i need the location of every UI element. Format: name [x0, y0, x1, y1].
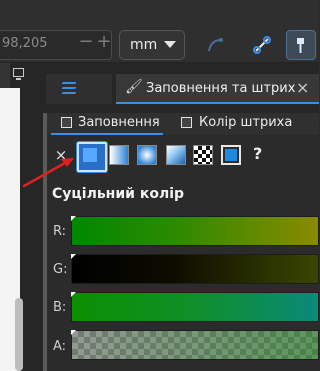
channel-g-label: G:: [53, 262, 68, 277]
channel-b-label: B:: [53, 300, 67, 315]
channel-r-slider[interactable]: [71, 216, 319, 246]
close-icon[interactable]: ×: [296, 78, 309, 97]
layers-icon: [61, 82, 78, 96]
flat-color-icon: [83, 148, 97, 162]
unit-value: mm: [130, 37, 158, 53]
channel-r-marker[interactable]: [71, 216, 76, 221]
linear-gradient-button[interactable]: [109, 145, 129, 165]
chevron-down-icon: [164, 41, 176, 48]
snap-node-button[interactable]: [286, 30, 316, 60]
curve-snap-icon: [208, 38, 223, 52]
paintbrush-icon: 🖌: [125, 79, 143, 95]
channel-g-slider[interactable]: [71, 254, 319, 284]
snap-smooth-button[interactable]: [200, 30, 230, 60]
pattern-button[interactable]: [193, 145, 213, 165]
decrement-button[interactable]: −: [78, 33, 94, 51]
tab-layers[interactable]: [46, 74, 112, 104]
channel-b-marker[interactable]: [71, 292, 76, 297]
channel-r-label: R:: [53, 224, 67, 239]
monitor-icon[interactable]: [13, 68, 24, 80]
swatch-button[interactable]: [221, 145, 241, 165]
subtab-stroke-label: Колір штриха: [199, 115, 293, 130]
channel-b-slider[interactable]: [71, 292, 319, 322]
increment-button[interactable]: +: [96, 33, 112, 51]
channel-a-slider[interactable]: [71, 330, 319, 360]
radial-gradient-button[interactable]: [137, 145, 157, 165]
unset-paint-button[interactable]: ?: [253, 144, 262, 163]
vertical-scrollbar[interactable]: [15, 298, 23, 371]
stroke-square-icon: [181, 117, 192, 128]
snap-path-button[interactable]: [247, 30, 277, 60]
fill-square-icon: [61, 117, 72, 128]
path-snap-icon: [253, 36, 271, 54]
tab-fill-stroke-label: Заповнення та штрих: [146, 81, 296, 96]
channel-g-marker[interactable]: [71, 254, 76, 259]
subtab-fill-label: Заповнення: [78, 115, 160, 130]
section-title: Суцільний колір: [52, 186, 185, 202]
channel-a-marker[interactable]: [71, 330, 76, 335]
mesh-gradient-button[interactable]: [166, 145, 186, 165]
channel-a-label: A:: [53, 339, 67, 354]
node-snap-icon: [297, 38, 304, 53]
coordinate-value: 98,205: [2, 36, 48, 51]
